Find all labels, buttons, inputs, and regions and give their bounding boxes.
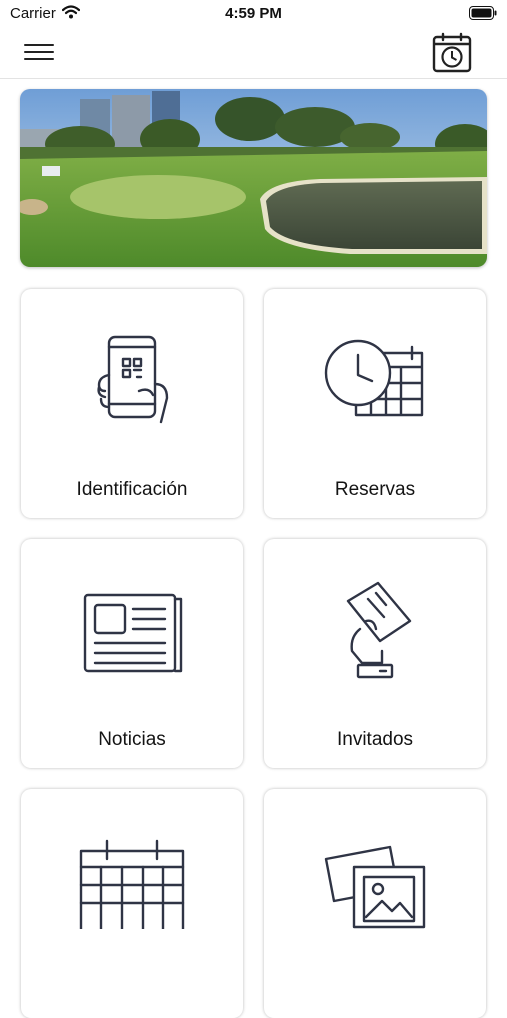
hand-holding-ticket-icon [346, 581, 412, 679]
noticias-tile[interactable]: Noticias [21, 539, 243, 768]
status-bar: Carrier 4:59 PM [0, 0, 507, 28]
calendar-tile[interactable] [21, 789, 243, 1018]
identificacion-tile[interactable]: Identificación [21, 289, 243, 518]
clock-calendar-icon [324, 339, 424, 417]
reservas-tile[interactable]: Reservas [264, 289, 486, 518]
gallery-tile[interactable] [264, 789, 486, 1018]
invitados-label: Invitados [336, 729, 414, 750]
photo-gallery-icon [324, 845, 426, 929]
calendar-clock-icon[interactable] [431, 32, 473, 74]
invitados-tile[interactable]: Invitados [264, 539, 486, 768]
clock-time: 4:59 PM [225, 5, 282, 22]
nav-bar [0, 28, 507, 79]
hamburger-menu-icon[interactable] [22, 40, 56, 66]
identificacion-label: Identificación [76, 479, 188, 500]
hero-golf-course-image [20, 89, 487, 267]
newspaper-icon [83, 593, 183, 673]
reservas-label: Reservas [334, 479, 416, 500]
noticias-label: Noticias [98, 729, 166, 750]
calendar-grid-icon [79, 839, 185, 929]
phone-qr-code-icon [97, 335, 169, 424]
battery-icon [469, 6, 497, 20]
